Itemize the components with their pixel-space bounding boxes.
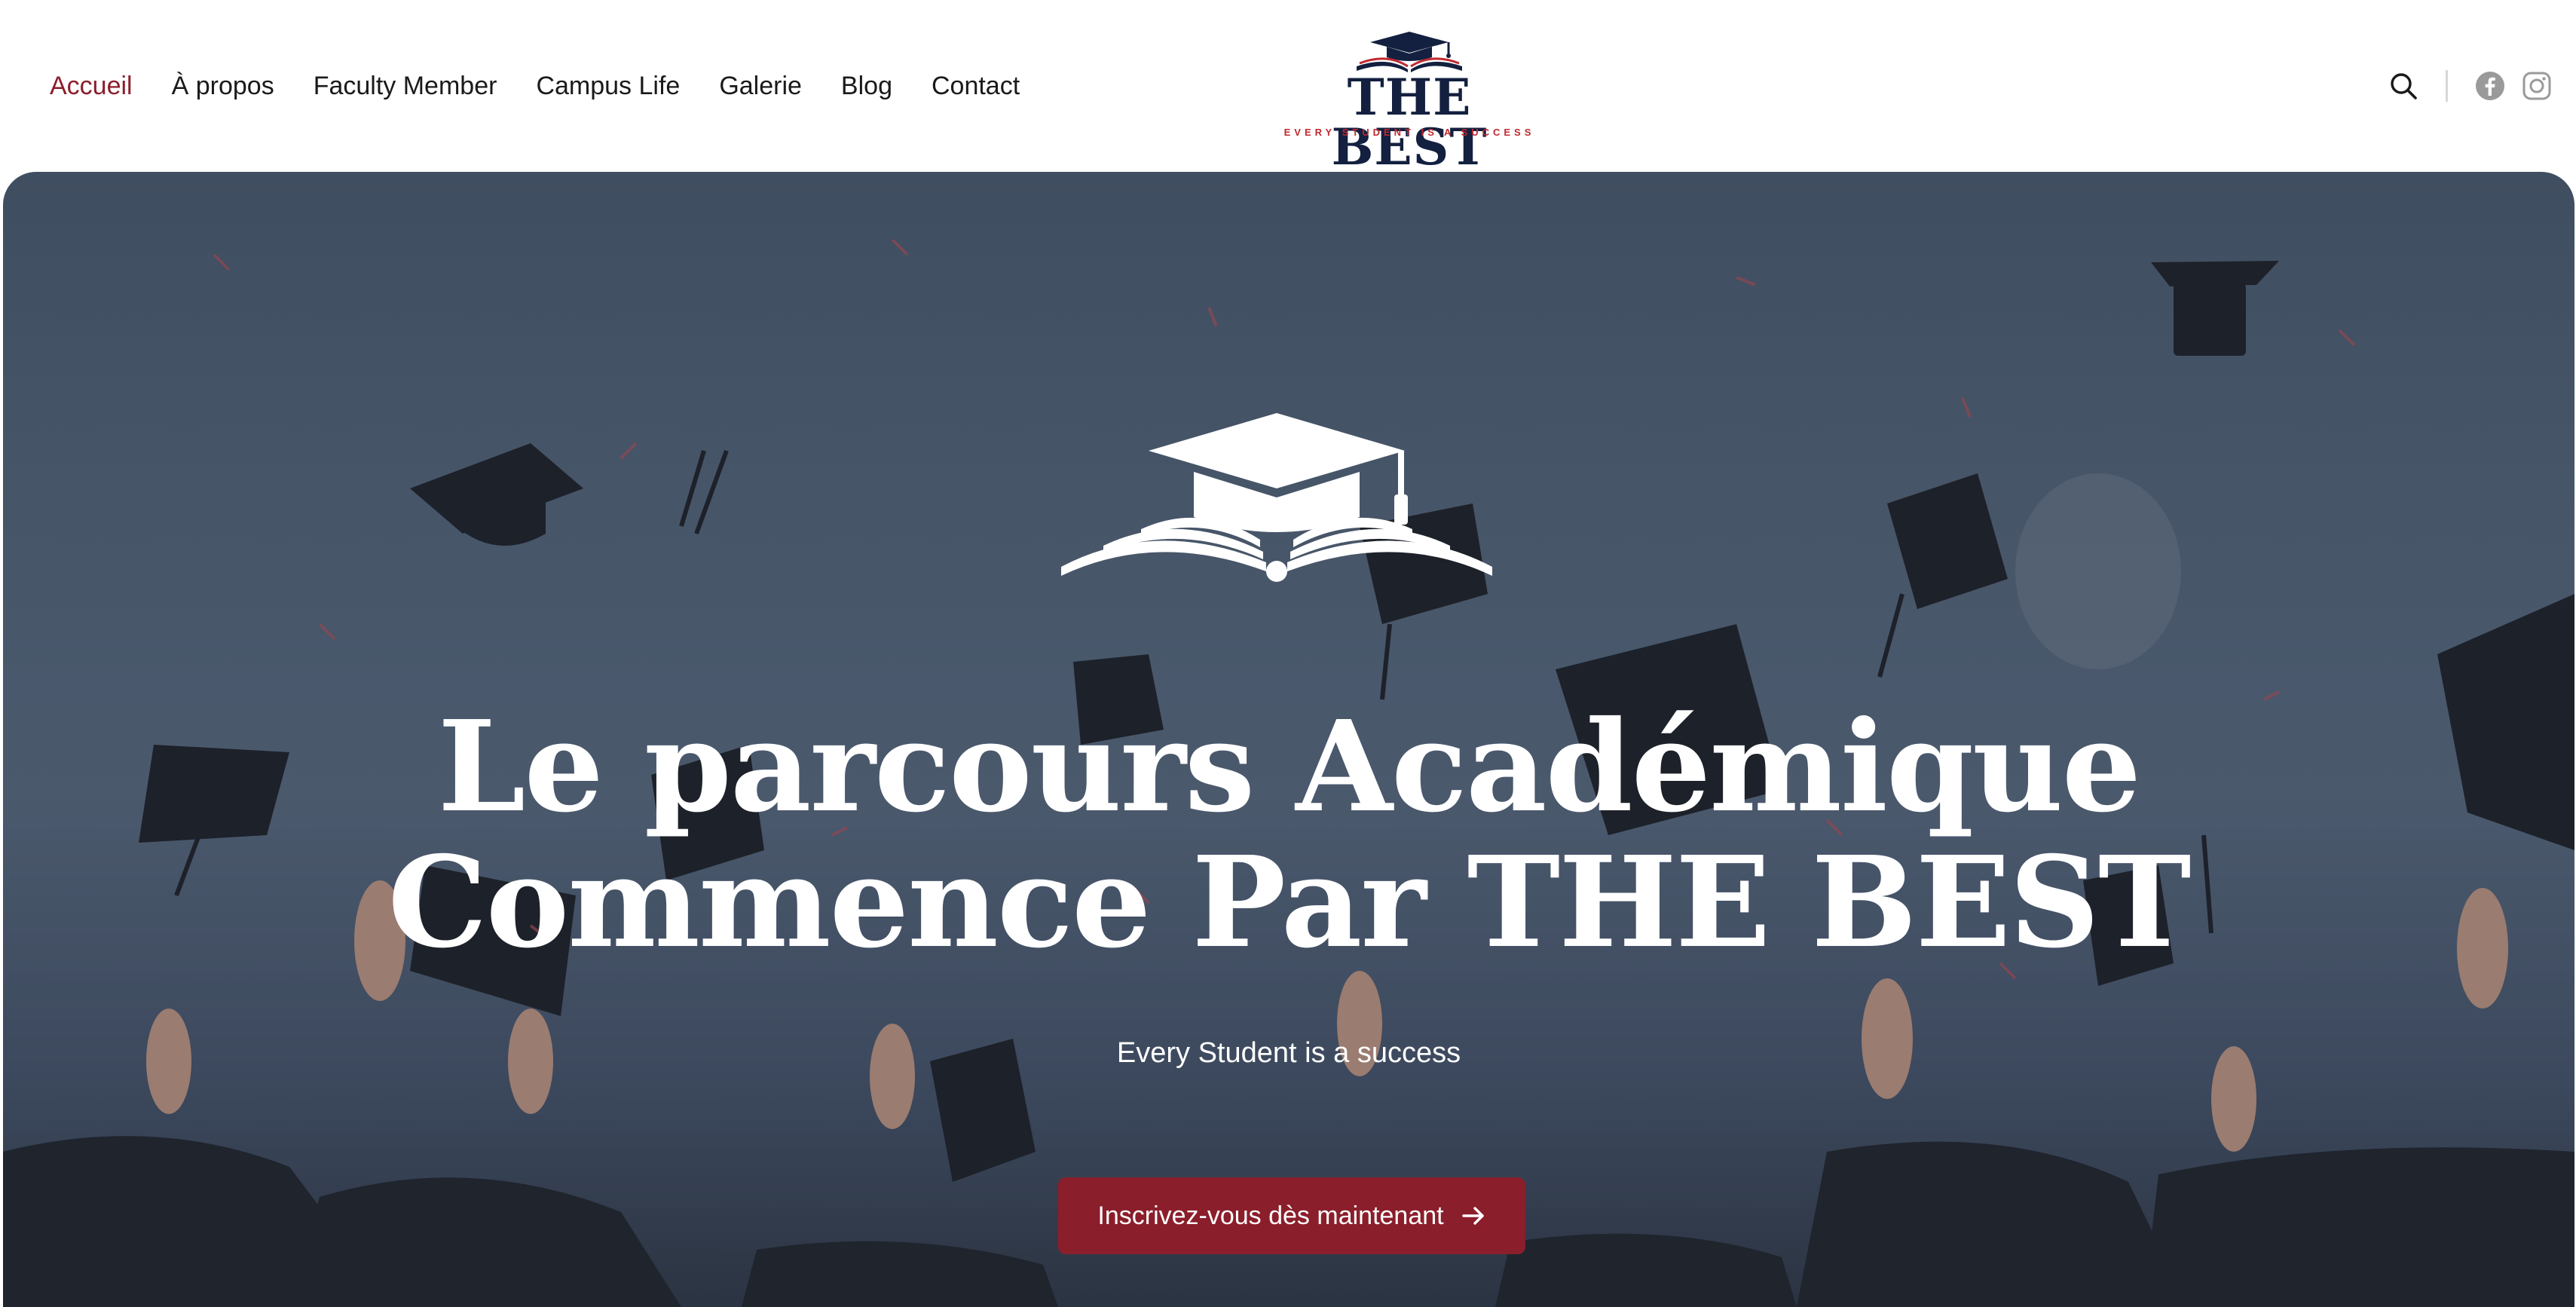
- nav-item-campus-life[interactable]: Campus Life: [536, 73, 680, 99]
- instagram-icon[interactable]: [2520, 69, 2553, 103]
- header-tools: [2387, 63, 2553, 109]
- enroll-button[interactable]: Inscrivez-vous dès maintenant: [1058, 1177, 1525, 1254]
- site-header: Accueil À propos Faculty Member Campus L…: [0, 0, 2576, 172]
- hero-title-line1: Le parcours Académique: [437, 693, 2142, 840]
- search-icon[interactable]: [2387, 69, 2420, 103]
- nav-item-faculty-member[interactable]: Faculty Member: [314, 73, 497, 99]
- hero-title: Le parcours Académique Commence Par THE …: [304, 699, 2273, 971]
- nav-item-a-propos[interactable]: À propos: [172, 73, 274, 99]
- nav-item-contact[interactable]: Contact: [932, 73, 1020, 99]
- graduation-cap-book-icon: [1357, 32, 1462, 72]
- nav-item-blog[interactable]: Blog: [841, 73, 892, 99]
- arrow-right-icon: [1461, 1207, 1484, 1225]
- nav-item-galerie[interactable]: Galerie: [719, 73, 802, 99]
- hero-title-line2: Commence Par THE BEST: [387, 829, 2191, 976]
- logo-tagline: EVERY STUDENT IS A SUCCESS: [1283, 127, 1535, 138]
- site-logo[interactable]: THE BEST EVERY STUDENT IS A SUCCESS: [1281, 29, 1537, 172]
- enroll-button-label: Inscrivez-vous dès maintenant: [1097, 1201, 1444, 1230]
- logo-title: THE BEST: [1331, 68, 1488, 176]
- nav-item-accueil[interactable]: Accueil: [50, 73, 133, 99]
- hero-subtitle: Every Student is a success: [1116, 1037, 1461, 1069]
- main-nav: Accueil À propos Faculty Member Campus L…: [50, 0, 1059, 172]
- divider: [2446, 70, 2448, 102]
- hero-section: Le parcours Académique Commence Par THE …: [3, 172, 2574, 1307]
- facebook-icon[interactable]: [2474, 69, 2507, 103]
